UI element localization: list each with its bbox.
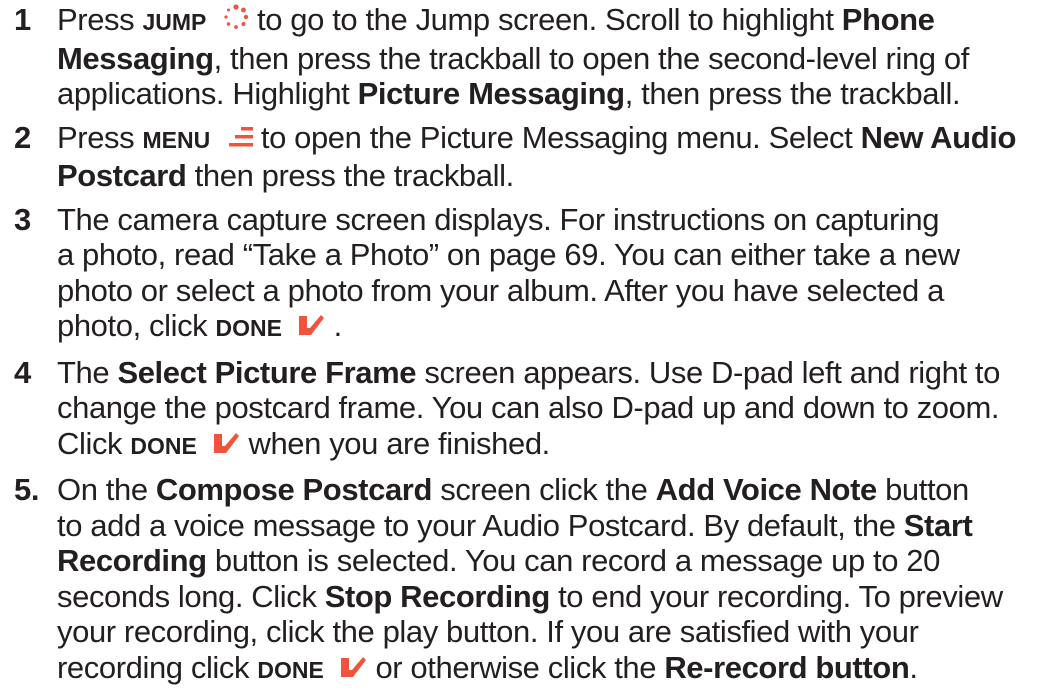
body-text: change the postcard frame. You can also … [57, 390, 1000, 425]
body-text: your recording, click the play button. I… [57, 614, 919, 649]
bold-term: Recording [57, 543, 207, 578]
step-number: 5. [14, 472, 40, 507]
body-text: when you are finished. [248, 425, 550, 461]
bold-term: Messaging [57, 40, 214, 76]
step-text-line: The Select Picture Frame screen appears.… [57, 355, 1042, 391]
step-text-line: photo or select a photo from your album.… [57, 273, 1042, 309]
step-text-line: change the postcard frame. You can also … [57, 390, 1042, 426]
step-text-line: Press MENU to open the Picture Messaging… [57, 120, 1042, 159]
bold-term: Compose Postcard [155, 472, 433, 507]
body-text: a photo, read “Take a Photo” on page 69.… [57, 237, 960, 272]
menu-lines-icon [227, 126, 253, 148]
body-text: seconds long. Click [57, 578, 325, 614]
body-text: then press the trackball. [186, 158, 515, 193]
step-text-line: Press JUMP to go to the Jump screen. Scr… [57, 2, 1042, 41]
body-text: Press [57, 2, 143, 37]
body-text: to go to the Jump screen. Scroll to high… [257, 2, 842, 37]
body-text: button is selected. You can record a mes… [206, 543, 940, 578]
step-number: 2 [14, 119, 31, 155]
step-text-line: Recording button is selected. You can re… [57, 543, 1042, 579]
body-text: applications. Highlight [57, 76, 358, 111]
step-text-line: photo, click DONE . [57, 308, 1042, 347]
step-text-line: applications. Highlight Picture Messagin… [57, 76, 1042, 112]
step-3: 3 The camera capture screen displays. For… [0, 202, 1050, 347]
body-text: or otherwise click the [375, 649, 665, 685]
body-text: . [333, 308, 343, 343]
body-text: Click [57, 425, 131, 461]
bold-term: Re-record button [664, 649, 910, 685]
body-text: recording click [57, 649, 258, 685]
step-4: 4 The Select Picture Frame screen appears… [0, 355, 1050, 465]
bold-term: Add Voice Note [655, 472, 878, 507]
body-text: to open the Picture Messaging menu. Sele… [260, 119, 861, 155]
bold-term: Stop Recording [324, 578, 551, 614]
step-text-line: recording click DONE or otherwise click … [57, 650, 1042, 689]
instruction-steps: 1 Press JUMP to go to the Jump screen. Sc… [0, 2, 1050, 696]
step-text-line: Postcard then press the trackball. [57, 158, 1042, 194]
bold-term: Picture Messaging [357, 76, 626, 111]
step-text-line: The camera capture screen displays. For … [57, 202, 1042, 238]
step-2: 2 Press MENU to open the Picture Messagin… [0, 120, 1050, 194]
body-text: . [909, 649, 918, 685]
done-check-icon [298, 314, 325, 336]
step-text-line: a photo, read “Take a Photo” on page 69.… [57, 237, 1042, 273]
step-text-line: Click DONE when you are finished. [57, 426, 1042, 465]
body-text: The [57, 354, 118, 390]
key-label: DONE [130, 432, 197, 459]
bold-term: New Audio [860, 119, 1017, 155]
body-text: , then press the trackball to open the s… [213, 40, 970, 76]
done-check-icon [340, 656, 367, 678]
key-label: DONE [215, 315, 282, 341]
key-label: DONE [257, 656, 324, 683]
step-5: 5. On the Compose Postcard screen click t… [0, 472, 1050, 688]
body-text: to add a voice message to your Audio Pos… [57, 507, 904, 543]
key-label: JUMP [142, 9, 207, 35]
bold-term: Start [903, 507, 973, 543]
bold-term: Phone [841, 2, 935, 37]
step-text-line: Messaging, then press the trackball to o… [57, 41, 1042, 77]
step-number: 1 [14, 2, 31, 37]
body-text: , then press the trackball. [624, 76, 961, 111]
body-text: screen appears. Use D-pad left and right… [416, 354, 1000, 390]
body-text: photo, click [57, 308, 216, 343]
step-text-line: your recording, click the play button. I… [57, 614, 1042, 650]
jump-dots-icon [223, 4, 249, 30]
key-label: MENU [142, 126, 211, 153]
body-text: The camera capture screen displays. For … [57, 201, 940, 237]
step-number: 4 [14, 354, 31, 390]
bold-term: Postcard [57, 158, 187, 193]
done-check-icon [213, 432, 240, 454]
step-text-line: to add a voice message to your Audio Pos… [57, 508, 1042, 544]
step-1: 1 Press JUMP to go to the Jump screen. Sc… [0, 2, 1050, 112]
body-text: Press [57, 119, 143, 155]
body-text: photo or select a photo from your album.… [57, 272, 944, 308]
body-text: button [876, 472, 969, 507]
body-text: screen click the [432, 472, 656, 507]
body-text: to end your recording. To preview [549, 578, 1003, 614]
step-number: 3 [14, 201, 31, 237]
step-text-line: On the Compose Postcard screen click the… [57, 472, 1042, 508]
bold-term: Select Picture Frame [117, 354, 417, 390]
body-text: On the [57, 472, 156, 507]
step-text-line: seconds long. Click Stop Recording to en… [57, 579, 1042, 615]
